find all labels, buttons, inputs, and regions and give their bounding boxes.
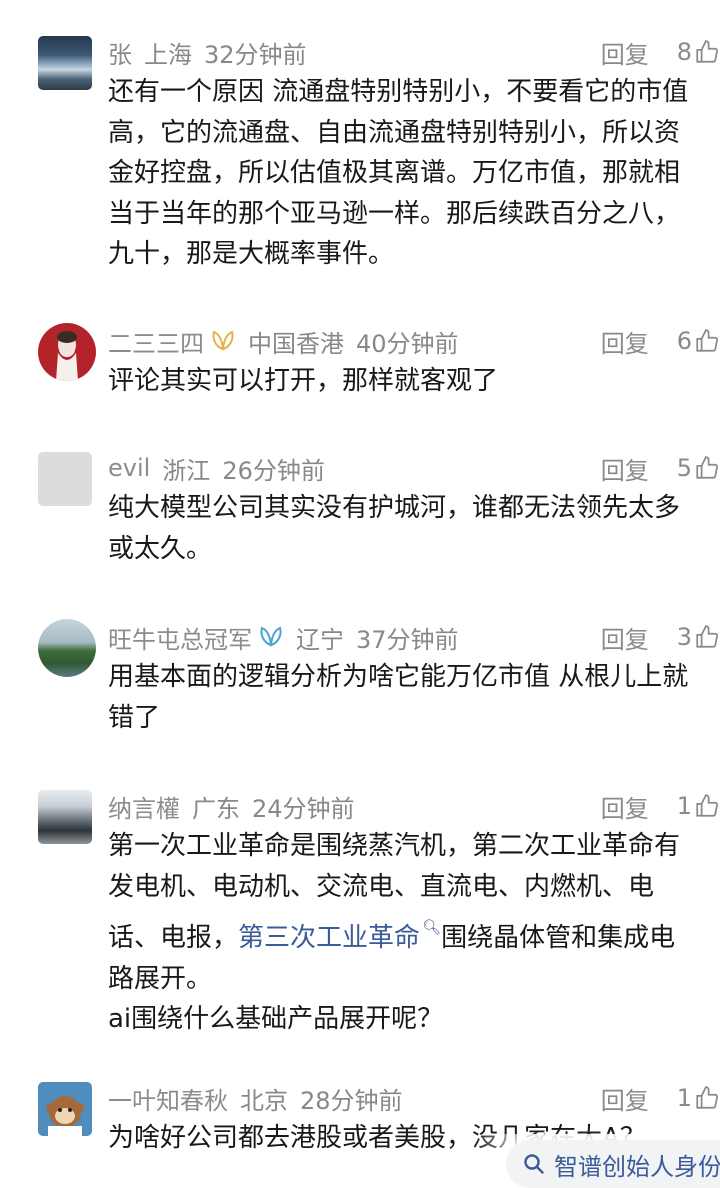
- reply-button[interactable]: 回复: [601, 789, 649, 824]
- timestamp: 28分钟前: [300, 1086, 403, 1115]
- comment-text: 第一次工业革命是围绕蒸汽机，第二次工业革命有 发电机、电动机、交流电、直流电、内…: [108, 826, 708, 1040]
- search-link-icon: 🔍︎: [422, 918, 442, 936]
- thumbs-up-icon[interactable]: [694, 1085, 720, 1111]
- username[interactable]: 旺牛屯总冠军: [108, 620, 252, 655]
- comment-line: 错了: [108, 702, 161, 733]
- comment-line: 金好控盘，所以估值极其离谱。万亿市值，那就相: [108, 158, 681, 188]
- comment-meta: 纳言權 广东 24分钟前: [108, 789, 355, 824]
- location: 广东: [192, 794, 240, 823]
- timestamp: 40分钟前: [356, 329, 459, 358]
- like-count: 6: [676, 327, 692, 355]
- like-count: 8: [676, 38, 692, 66]
- comment-actions: 回复 3: [601, 620, 720, 655]
- user-avatar[interactable]: [38, 619, 96, 677]
- comment-line: 路展开。: [108, 963, 213, 994]
- reply-button[interactable]: 回复: [601, 620, 649, 655]
- reply-button[interactable]: 回复: [601, 35, 649, 70]
- comment-line: 或太久。: [108, 533, 213, 564]
- user-avatar[interactable]: [38, 36, 92, 90]
- search-suggestion-button[interactable]: 智谱创始人身份: [506, 1140, 720, 1188]
- fan-badge-icon: [260, 626, 282, 647]
- user-avatar[interactable]: [38, 790, 92, 844]
- comment-line: 还有一个原因 流通盘特别特别小，不要看它的市值: [108, 77, 689, 107]
- comment-text: 纯大模型公司其实没有护城河，谁都无法领先太多 或太久。: [108, 488, 708, 569]
- comment-text: 用基本面的逻辑分析为啥它能万亿市值 从根儿上就 错了: [108, 657, 708, 738]
- comment-actions: 回复 1: [601, 789, 720, 824]
- like-count: 1: [676, 792, 692, 820]
- timestamp: 26分钟前: [222, 456, 325, 485]
- reply-button[interactable]: 回复: [601, 1081, 649, 1116]
- username[interactable]: 一叶知春秋: [108, 1081, 228, 1116]
- search-icon: [524, 1154, 544, 1174]
- comment-meta: 张 上海 32分钟前: [108, 35, 307, 70]
- search-suggestion-text: 智谱创始人身份: [554, 1152, 720, 1181]
- search-link[interactable]: 第三次工业革命: [238, 923, 420, 953]
- location: 辽宁: [296, 625, 344, 654]
- comment-line: 高，它的流通盘、自由流通盘特别特别小，所以资: [108, 117, 681, 148]
- comment-line: 发电机、电动机、交流电、直流电、内燃机、电: [108, 871, 655, 902]
- thumbs-up-icon[interactable]: [694, 624, 720, 650]
- location: 上海: [144, 40, 192, 69]
- timestamp: 32分钟前: [204, 40, 307, 69]
- location: 浙江: [162, 456, 211, 485]
- comment-text: 评论其实可以打开，那样就客观了: [108, 361, 708, 402]
- like-count: 5: [676, 454, 692, 482]
- comment-actions: 回复 1: [601, 1081, 720, 1116]
- location: 中国香港: [248, 329, 344, 358]
- timestamp: 24分钟前: [252, 794, 355, 823]
- comment-meta: 一叶知春秋 北京 28分钟前: [108, 1081, 403, 1116]
- comment-line: 话、电报，第三次工业革命 🔍︎围绕晶体管和集成电: [108, 907, 708, 959]
- comment-line: 评论其实可以打开，那样就客观了: [108, 366, 499, 396]
- comment-line: 九十，那是大概率事件。: [108, 239, 395, 269]
- comment-meta: 二三三四 中国香港 40分钟前: [108, 324, 459, 359]
- user-avatar[interactable]: [38, 452, 92, 506]
- location: 北京: [240, 1086, 288, 1115]
- thumbs-up-icon[interactable]: [694, 39, 720, 65]
- comment-text-segment: 话、电报，: [108, 923, 239, 953]
- comment-actions: 回复 5: [601, 451, 720, 486]
- comment-meta: 旺牛屯总冠军 辽宁 37分钟前: [108, 620, 459, 655]
- comment-line: 用基本面的逻辑分析为啥它能万亿市值 从根儿上就: [108, 662, 689, 692]
- avatar-figure-icon: [56, 331, 78, 381]
- like-count: 3: [676, 623, 692, 651]
- thumbs-up-icon[interactable]: [694, 793, 720, 819]
- timestamp: 37分钟前: [356, 625, 459, 654]
- comment-line: 纯大模型公司其实没有护城河，谁都无法领先太多: [108, 493, 681, 523]
- avatar-monkey-icon: [46, 1096, 84, 1136]
- username[interactable]: evil: [108, 454, 150, 482]
- comment-line: 第一次工业革命是围绕蒸汽机，第二次工业革命有: [108, 831, 681, 861]
- reply-button[interactable]: 回复: [601, 451, 649, 486]
- username[interactable]: 纳言權: [108, 789, 180, 824]
- comment-line: ai围绕什么基础产品展开呢？: [108, 1004, 444, 1034]
- comment-actions: 回复 8: [601, 35, 720, 70]
- like-count: 1: [676, 1084, 692, 1112]
- user-avatar[interactable]: [38, 323, 96, 381]
- thumbs-up-icon[interactable]: [694, 455, 720, 481]
- comment-line: 当于当年的那个亚马逊一样。那后续跌百分之八，: [108, 198, 681, 229]
- thumbs-up-icon[interactable]: [694, 328, 720, 354]
- username[interactable]: 二三三四: [108, 324, 204, 359]
- comment-text: 还有一个原因 流通盘特别特别小，不要看它的市值 高，它的流通盘、自由流通盘特别特…: [108, 72, 708, 275]
- user-avatar[interactable]: [38, 1082, 92, 1136]
- reply-button[interactable]: 回复: [601, 324, 649, 359]
- fan-badge-icon: [212, 330, 234, 351]
- comment-meta: evil 浙江 26分钟前: [108, 452, 325, 485]
- comment-actions: 回复 6: [601, 324, 720, 359]
- username[interactable]: 张: [108, 35, 132, 70]
- comment-text-segment: 围绕晶体管和集成电: [441, 923, 676, 953]
